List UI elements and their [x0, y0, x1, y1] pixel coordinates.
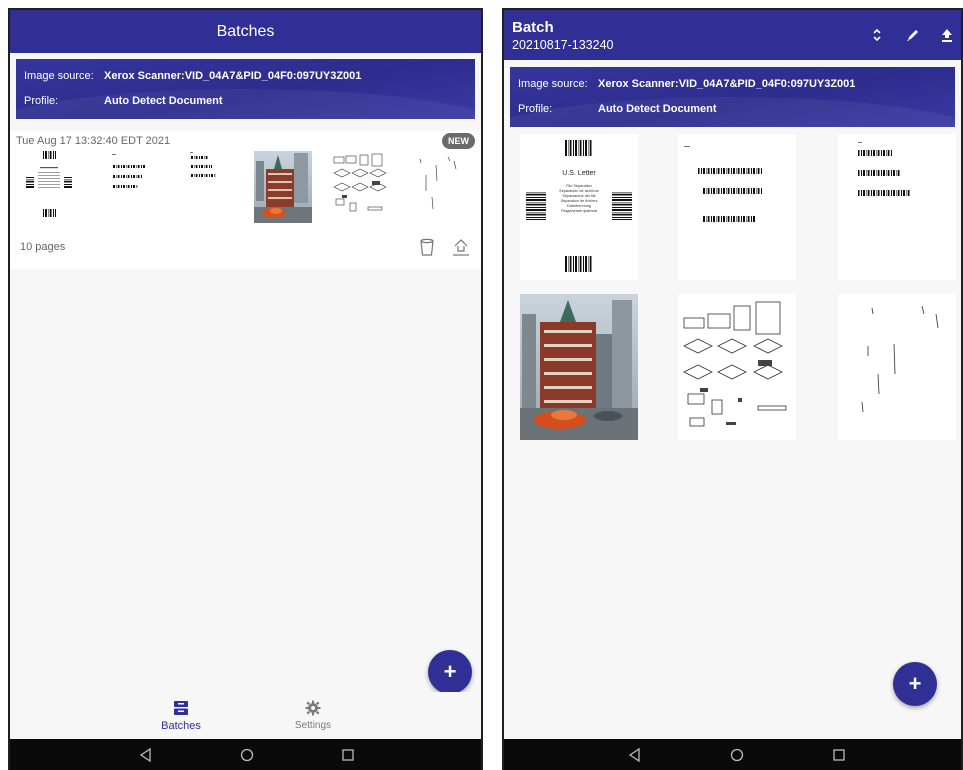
batches-screen: Batches Image source: Xerox Scanner:VID_0… [8, 8, 483, 770]
app-bar: Batches [10, 10, 481, 53]
nav-settings[interactable]: Settings [273, 700, 353, 731]
batch-card[interactable]: Tue Aug 17 13:32:40 EDT 2021 NEW 10 page… [10, 131, 481, 269]
new-badge: NEW [442, 133, 475, 149]
nav-settings-label: Settings [294, 720, 332, 731]
page-thumbnail-parts-diagram[interactable] [678, 294, 796, 440]
page-thumbnail-barcode-letter[interactable]: U.S. Letter File Separation Separación d… [520, 134, 638, 280]
image-source-row: Image source: Xerox Scanner:VID_04A7&PID_… [24, 70, 361, 82]
system-nav-bar [10, 739, 481, 770]
profile-row: Profile: Auto Detect Document [518, 103, 717, 115]
image-source-label: Image source: [24, 70, 94, 82]
page-title: Batches [216, 23, 275, 40]
nav-batches[interactable]: Batches [141, 700, 221, 732]
trash-icon[interactable] [416, 236, 438, 258]
source-banner: Image source: Xerox Scanner:VID_04A7&PID_… [510, 67, 955, 127]
thumbnail-barcode-letter [20, 151, 78, 223]
inbox-icon [141, 700, 221, 718]
batch-date: Tue Aug 17 13:32:40 EDT 2021 [16, 135, 171, 147]
add-page-button[interactable]: + [893, 662, 937, 706]
image-source-label: Image source: [518, 78, 588, 90]
image-source-value: Xerox Scanner:VID_04A7&PID_04F0:097UY3Z0… [104, 70, 362, 82]
thumbnail-sparse-marks [406, 151, 464, 223]
app-bar: Batch 20210817-133240 [504, 10, 961, 60]
thumbnail-city-photo [254, 151, 312, 223]
profile-label: Profile: [518, 103, 553, 115]
nav-batches-label: Batches [161, 720, 201, 732]
pencil-icon[interactable] [902, 24, 924, 46]
thumbnail-barcode-page [108, 151, 166, 223]
home-icon[interactable] [238, 746, 256, 764]
image-source-row: Image source: Xerox Scanner:VID_04A7&PID_… [518, 78, 855, 90]
recents-icon[interactable] [830, 746, 848, 764]
batch-detail-screen: Batch 20210817-133240 Image source: Xerox… [502, 8, 963, 770]
back-icon[interactable] [137, 746, 155, 764]
gear-icon [273, 700, 353, 718]
image-source-value: Xerox Scanner:VID_04A7&PID_04F0:097UY3Z0… [598, 78, 856, 90]
system-nav-bar [504, 739, 961, 770]
profile-row: Profile: Auto Detect Document [24, 95, 223, 107]
page-thumbnail-barcode-page[interactable] [678, 134, 796, 280]
upload-icon[interactable] [936, 24, 958, 46]
page-thumbnail-barcode-page[interactable] [838, 134, 956, 280]
page-count: 10 pages [20, 241, 66, 253]
batch-id: 20210817-133240 [512, 38, 614, 52]
page-thumbnail-sparse-marks[interactable] [838, 294, 956, 440]
page-thumbnail-city-photo[interactable] [520, 294, 638, 440]
back-icon[interactable] [626, 746, 644, 764]
home-icon[interactable] [728, 746, 746, 764]
add-batch-button[interactable]: + [428, 650, 472, 694]
source-banner: Image source: Xerox Scanner:VID_04A7&PID_… [16, 59, 475, 119]
sort-icon[interactable] [866, 24, 888, 46]
upload-icon[interactable] [450, 236, 472, 258]
batch-thumbnails [20, 151, 481, 225]
letter-lines: File Separation Separación de archivos S… [559, 184, 599, 213]
recents-icon[interactable] [339, 746, 357, 764]
bottom-nav: Batches Settings [10, 692, 481, 742]
profile-label: Profile: [24, 95, 59, 107]
letter-heading: U.S. Letter [562, 170, 596, 177]
thumbnail-barcode-page [186, 151, 244, 223]
thumbnail-parts-diagram [330, 151, 388, 223]
page-title: Batch [512, 19, 554, 36]
profile-value: Auto Detect Document [104, 95, 223, 107]
profile-value: Auto Detect Document [598, 103, 717, 115]
